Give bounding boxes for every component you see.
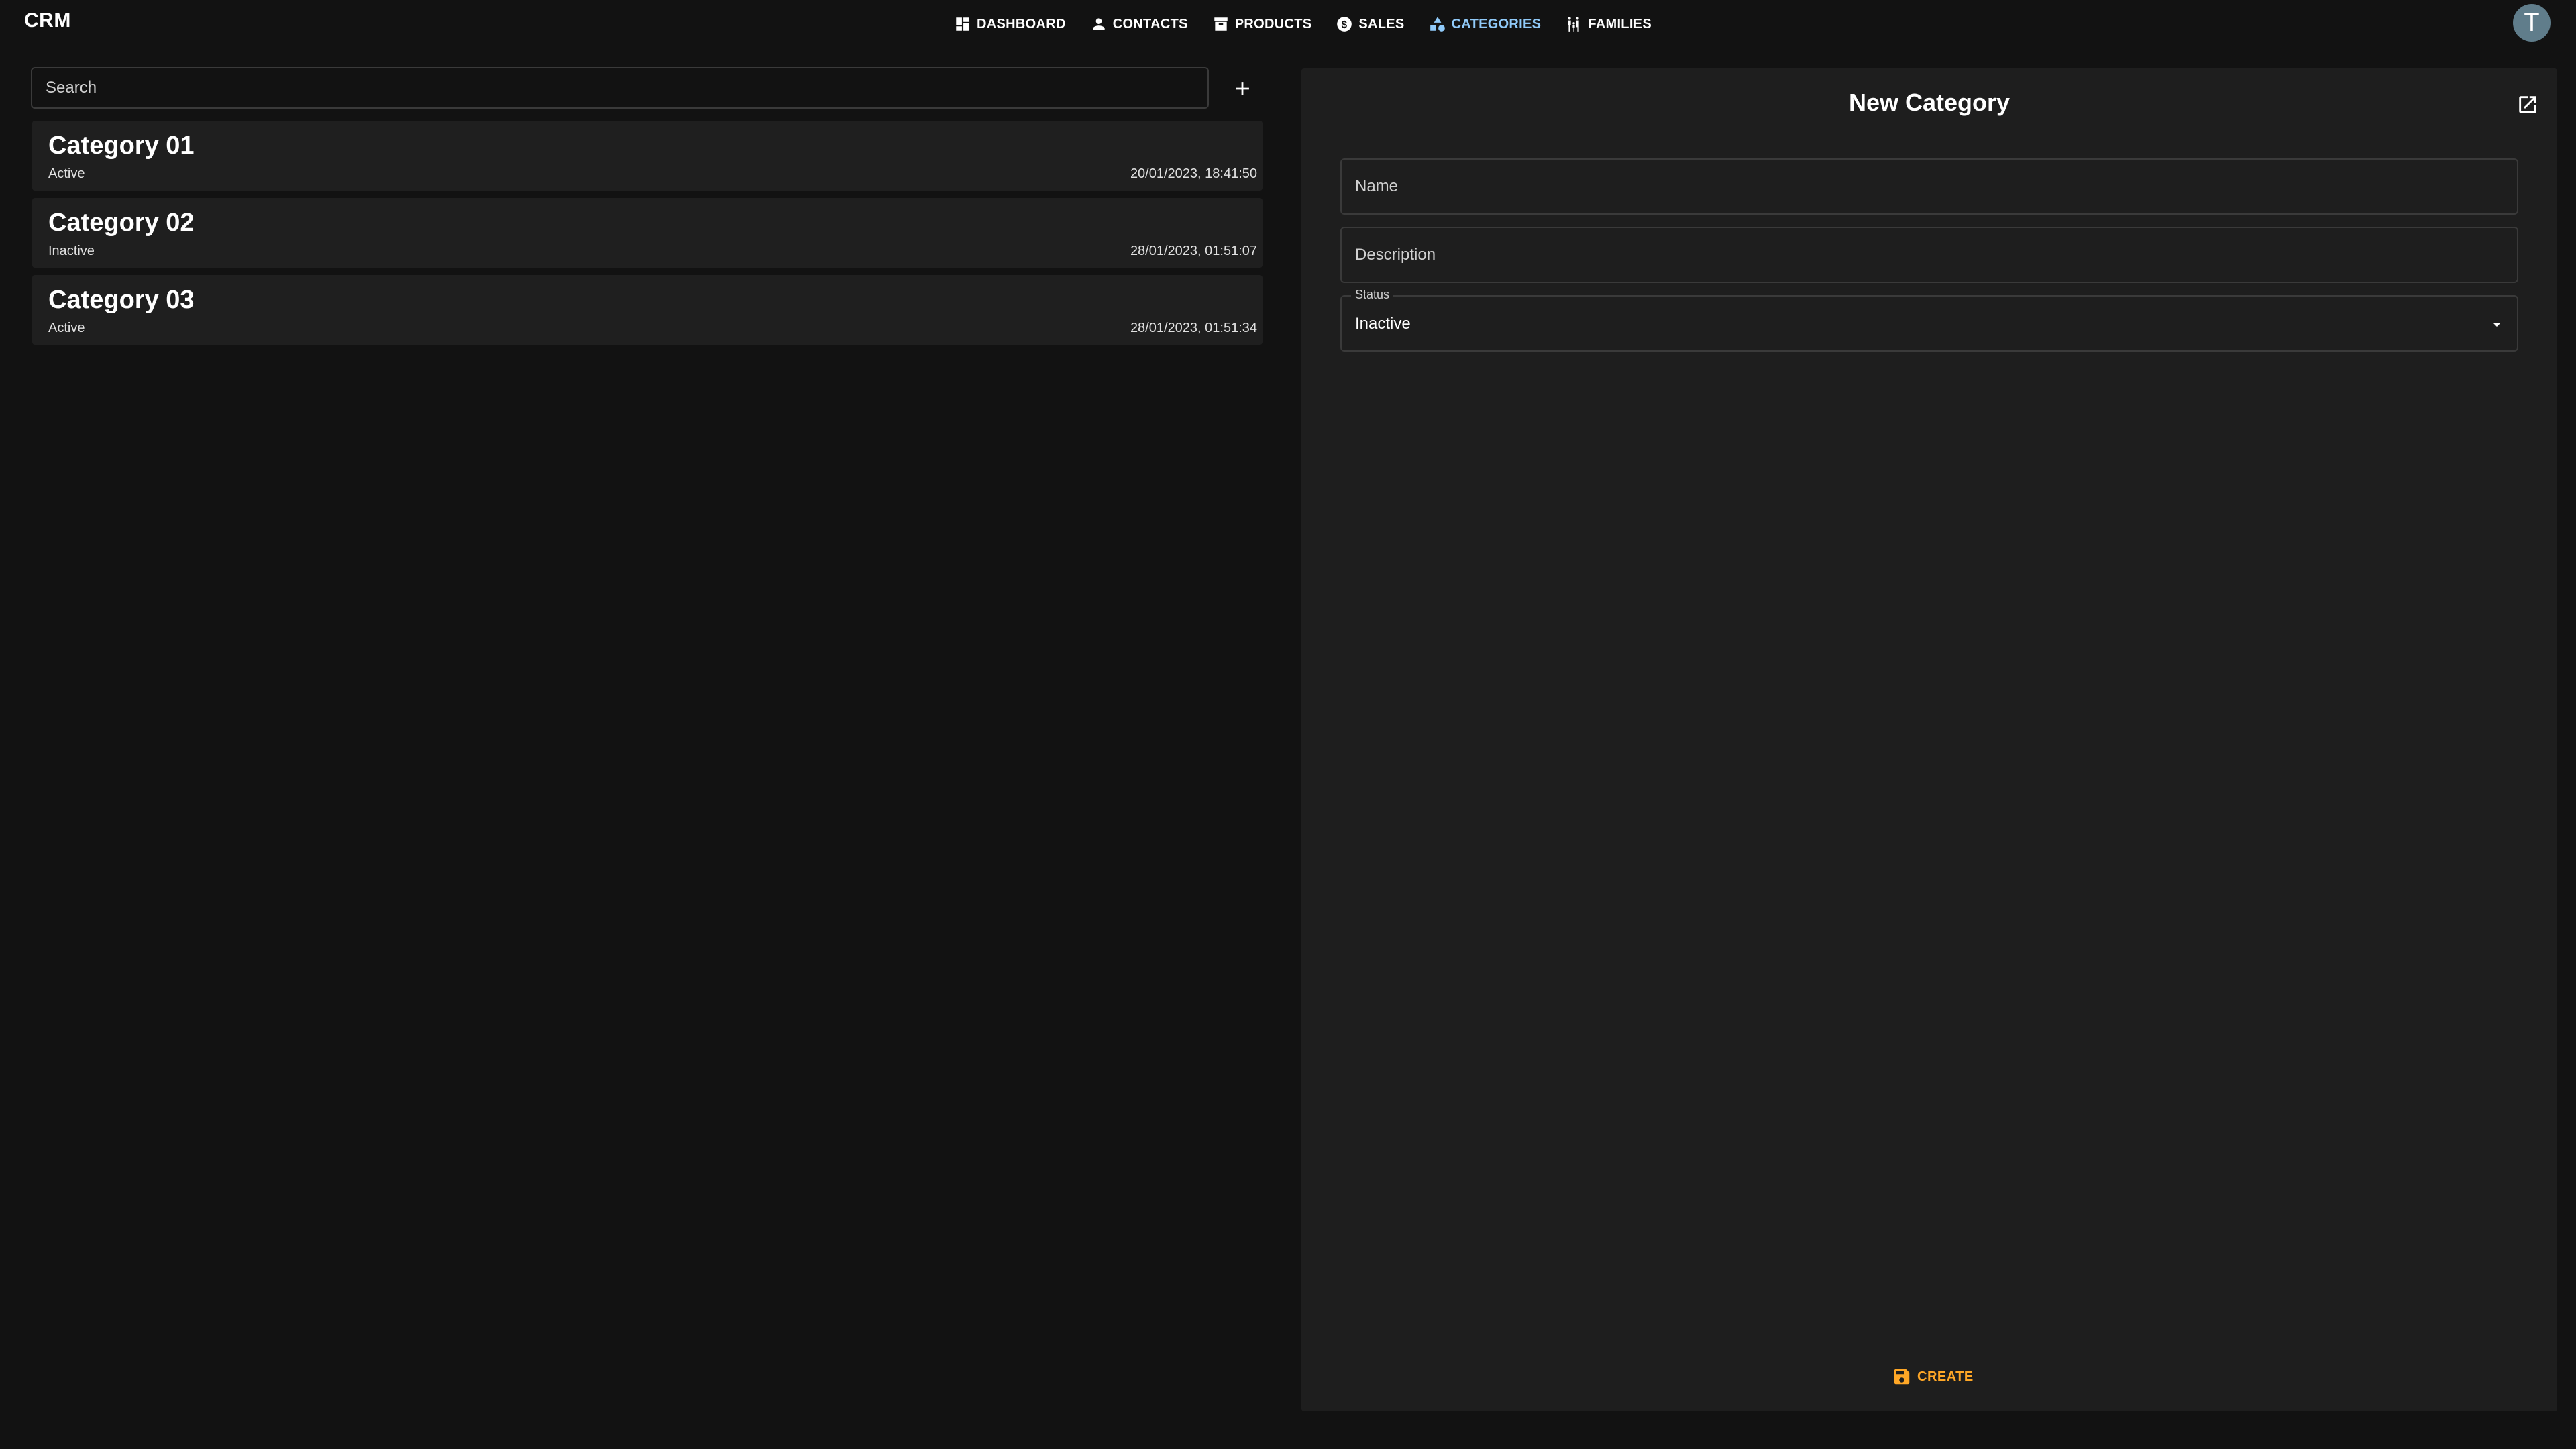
nav-contacts-label: CONTACTS — [1112, 16, 1188, 32]
item-status: Active — [48, 166, 85, 181]
name-input[interactable] — [1342, 160, 2517, 213]
create-button[interactable]: CREATE — [1892, 1363, 1974, 1390]
status-value: Inactive — [1355, 315, 1411, 333]
svg-text:$: $ — [1342, 19, 1348, 30]
user-avatar[interactable]: T — [2513, 4, 2551, 42]
item-title: Category 01 — [48, 131, 195, 160]
nav-dashboard[interactable]: DASHBOARD — [954, 12, 1066, 36]
person-icon — [1090, 15, 1108, 33]
search-field — [31, 67, 1209, 109]
create-label: CREATE — [1917, 1368, 1974, 1384]
dollar-circle-icon: $ — [1336, 15, 1353, 33]
nav-contacts[interactable]: CONTACTS — [1090, 12, 1188, 36]
form-title: New Category — [1848, 89, 2010, 116]
description-field — [1340, 227, 2518, 283]
family-icon — [1565, 15, 1582, 33]
nav-families[interactable]: FAMILIES — [1565, 12, 1652, 36]
nav-products[interactable]: PRODUCTS — [1212, 12, 1312, 36]
open-in-new-button[interactable] — [2514, 91, 2541, 118]
status-label: Status — [1351, 288, 1394, 302]
list-item[interactable]: Category 01 Active 20/01/2023, 18:41:50 — [32, 121, 1263, 191]
category-list: Category 01 Active 20/01/2023, 18:41:50 … — [32, 121, 1263, 352]
item-title: Category 03 — [48, 286, 195, 314]
chevron-down-icon — [2493, 323, 2500, 327]
item-status: Active — [48, 321, 85, 335]
save-icon — [1894, 1368, 1910, 1385]
nav-categories[interactable]: CATEGORIES — [1429, 12, 1542, 36]
status-select[interactable]: Status Inactive — [1340, 288, 2518, 352]
archive-box-icon — [1212, 15, 1230, 33]
plus-icon — [1236, 82, 1249, 95]
list-item[interactable]: Category 03 Active 28/01/2023, 01:51:34 — [32, 275, 1263, 345]
item-status: Inactive — [48, 244, 95, 258]
main-nav: DASHBOARD CONTACTS PRODUCTS $ SALES CATE… — [954, 12, 1676, 36]
top-app-bar: CRM DASHBOARD CONTACTS PRODUCTS $ SALES — [0, 0, 2576, 51]
nav-sales-label: SALES — [1358, 16, 1405, 32]
nav-sales[interactable]: $ SALES — [1336, 12, 1404, 36]
app-title: CRM — [24, 9, 71, 32]
item-date: 28/01/2023, 01:51:34 — [1130, 321, 1257, 335]
item-title: Category 02 — [48, 209, 195, 237]
description-input[interactable] — [1342, 228, 2517, 282]
nav-categories-label: CATEGORIES — [1451, 16, 1542, 32]
nav-products-label: PRODUCTS — [1234, 16, 1312, 32]
list-item[interactable]: Category 02 Inactive 28/01/2023, 01:51:0… — [32, 198, 1263, 268]
search-input[interactable] — [32, 68, 1208, 107]
nav-families-label: FAMILIES — [1588, 16, 1652, 32]
nav-dashboard-label: DASHBOARD — [977, 16, 1066, 32]
name-field — [1340, 158, 2518, 215]
item-date: 20/01/2023, 18:41:50 — [1130, 166, 1257, 181]
add-category-button[interactable] — [1221, 68, 1264, 109]
category-form-panel: New Category Status Inactive CREATE — [1301, 68, 2557, 1411]
dashboard-icon — [954, 15, 971, 33]
open-in-new-icon — [2519, 96, 2536, 113]
item-date: 28/01/2023, 01:51:07 — [1130, 244, 1257, 258]
category-shapes-icon — [1429, 15, 1446, 33]
